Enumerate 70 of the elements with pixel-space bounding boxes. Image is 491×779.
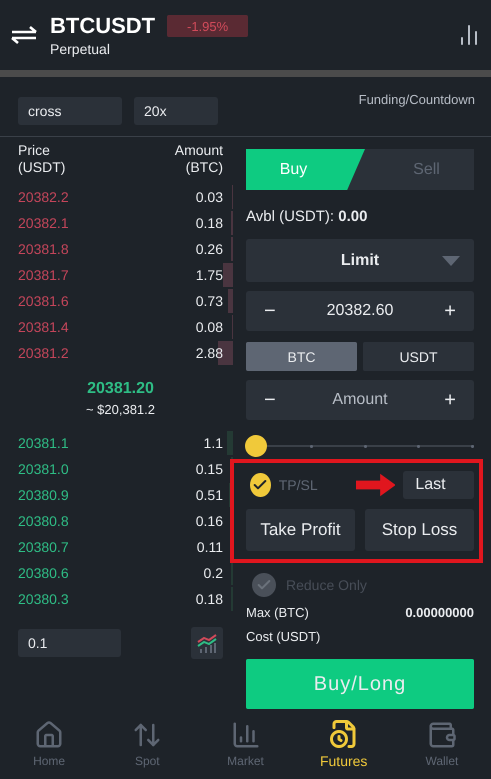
order-amount: 0.2	[204, 565, 223, 581]
cost-label: Cost (USDT)	[246, 629, 320, 646]
order-price: 20381.7	[18, 267, 69, 283]
last-price-usd: ~ $20,381.2	[86, 402, 156, 416]
depth-chart-icon	[196, 632, 218, 654]
order-amount: 1.1	[204, 435, 223, 451]
order-price: 20381.0	[18, 461, 69, 477]
pointer-arrow	[356, 472, 396, 498]
order-amount: 0.18	[196, 215, 223, 231]
swap-arrows-icon[interactable]	[10, 26, 38, 44]
symbol-title: BTCUSDT	[50, 13, 156, 39]
unit-toggle[interactable]: USDT	[363, 342, 474, 371]
order-price: 20380.7	[18, 539, 69, 555]
order-price: 20382.2	[18, 189, 69, 205]
bar-chart-icon	[230, 720, 260, 750]
contract-type: Perpetual	[50, 41, 111, 57]
step-field[interactable]: 0.1	[18, 629, 121, 657]
order-price: 20380.8	[18, 513, 69, 529]
max-value: 0.00000000	[405, 605, 474, 622]
order-amount: 2.88	[196, 345, 223, 361]
funding-label: Funding/Countdown	[358, 92, 475, 109]
trigger-price-select[interactable]: Last	[403, 471, 474, 499]
order-amount: 0.73	[196, 293, 223, 309]
max-label: Max (BTC)	[246, 605, 309, 622]
order-amount: 0.08	[196, 319, 223, 335]
amount-field[interactable]: − Amount +	[246, 380, 474, 420]
decrease-button[interactable]: −	[260, 300, 280, 322]
nav-tab[interactable]: Futures	[294, 709, 393, 779]
order-price: 20382.1	[18, 215, 69, 231]
slider-thumb[interactable]	[245, 435, 267, 457]
order-amount: 0.18	[196, 591, 223, 607]
tpsl-checkbox[interactable]	[250, 473, 271, 497]
order-amount: 0.26	[196, 241, 223, 257]
caret-icon	[442, 256, 460, 266]
order-amount: 1.75	[196, 267, 223, 283]
order-price: 20381.2	[18, 345, 69, 361]
order-price: 20380.6	[18, 565, 69, 581]
order-amount: 0.15	[196, 461, 223, 477]
decrease-button[interactable]: −	[260, 388, 280, 412]
amount-header: Amount (BTC)	[174, 142, 223, 177]
order-amount: 0.51	[196, 487, 223, 503]
tpsl-label: TP/SL	[278, 477, 318, 493]
increase-button[interactable]: +	[440, 388, 460, 412]
depth-bar	[223, 263, 233, 287]
tpsl-button[interactable]: Stop Loss	[365, 509, 474, 551]
order-price: 20381.8	[18, 241, 69, 257]
order-price: 20381.1	[18, 435, 69, 451]
leverage-field[interactable]: 20x	[134, 97, 218, 125]
house-icon	[34, 720, 64, 750]
increase-button[interactable]: +	[440, 300, 460, 322]
tpsl-button[interactable]: Take Profit	[246, 509, 355, 551]
last-price: 20381.20	[87, 380, 154, 398]
order-amount: 0.16	[196, 513, 223, 529]
order-price: 20381.4	[18, 319, 69, 335]
available-balance: Avbl (USDT): 0.00	[246, 208, 368, 227]
change-badge: -1.95%	[167, 15, 248, 37]
order-price: 20381.6	[18, 293, 69, 309]
unit-toggle[interactable]: BTC	[246, 342, 357, 371]
wallet-icon	[426, 720, 457, 750]
price-header: Price (USDT)	[18, 142, 66, 177]
depth-bar	[228, 289, 233, 313]
order-price: 20380.9	[18, 487, 69, 503]
depth-chart-button[interactable]	[191, 627, 223, 659]
price-field[interactable]: − 20382.60 +	[246, 291, 474, 331]
depth-bar	[230, 237, 233, 261]
order-price: 20380.3	[18, 591, 69, 607]
order-amount: 0.03	[196, 189, 223, 205]
margin-mode-field[interactable]: cross	[18, 97, 122, 125]
order-amount: 0.11	[196, 539, 223, 555]
order-type-select[interactable]: Limit	[246, 239, 474, 282]
